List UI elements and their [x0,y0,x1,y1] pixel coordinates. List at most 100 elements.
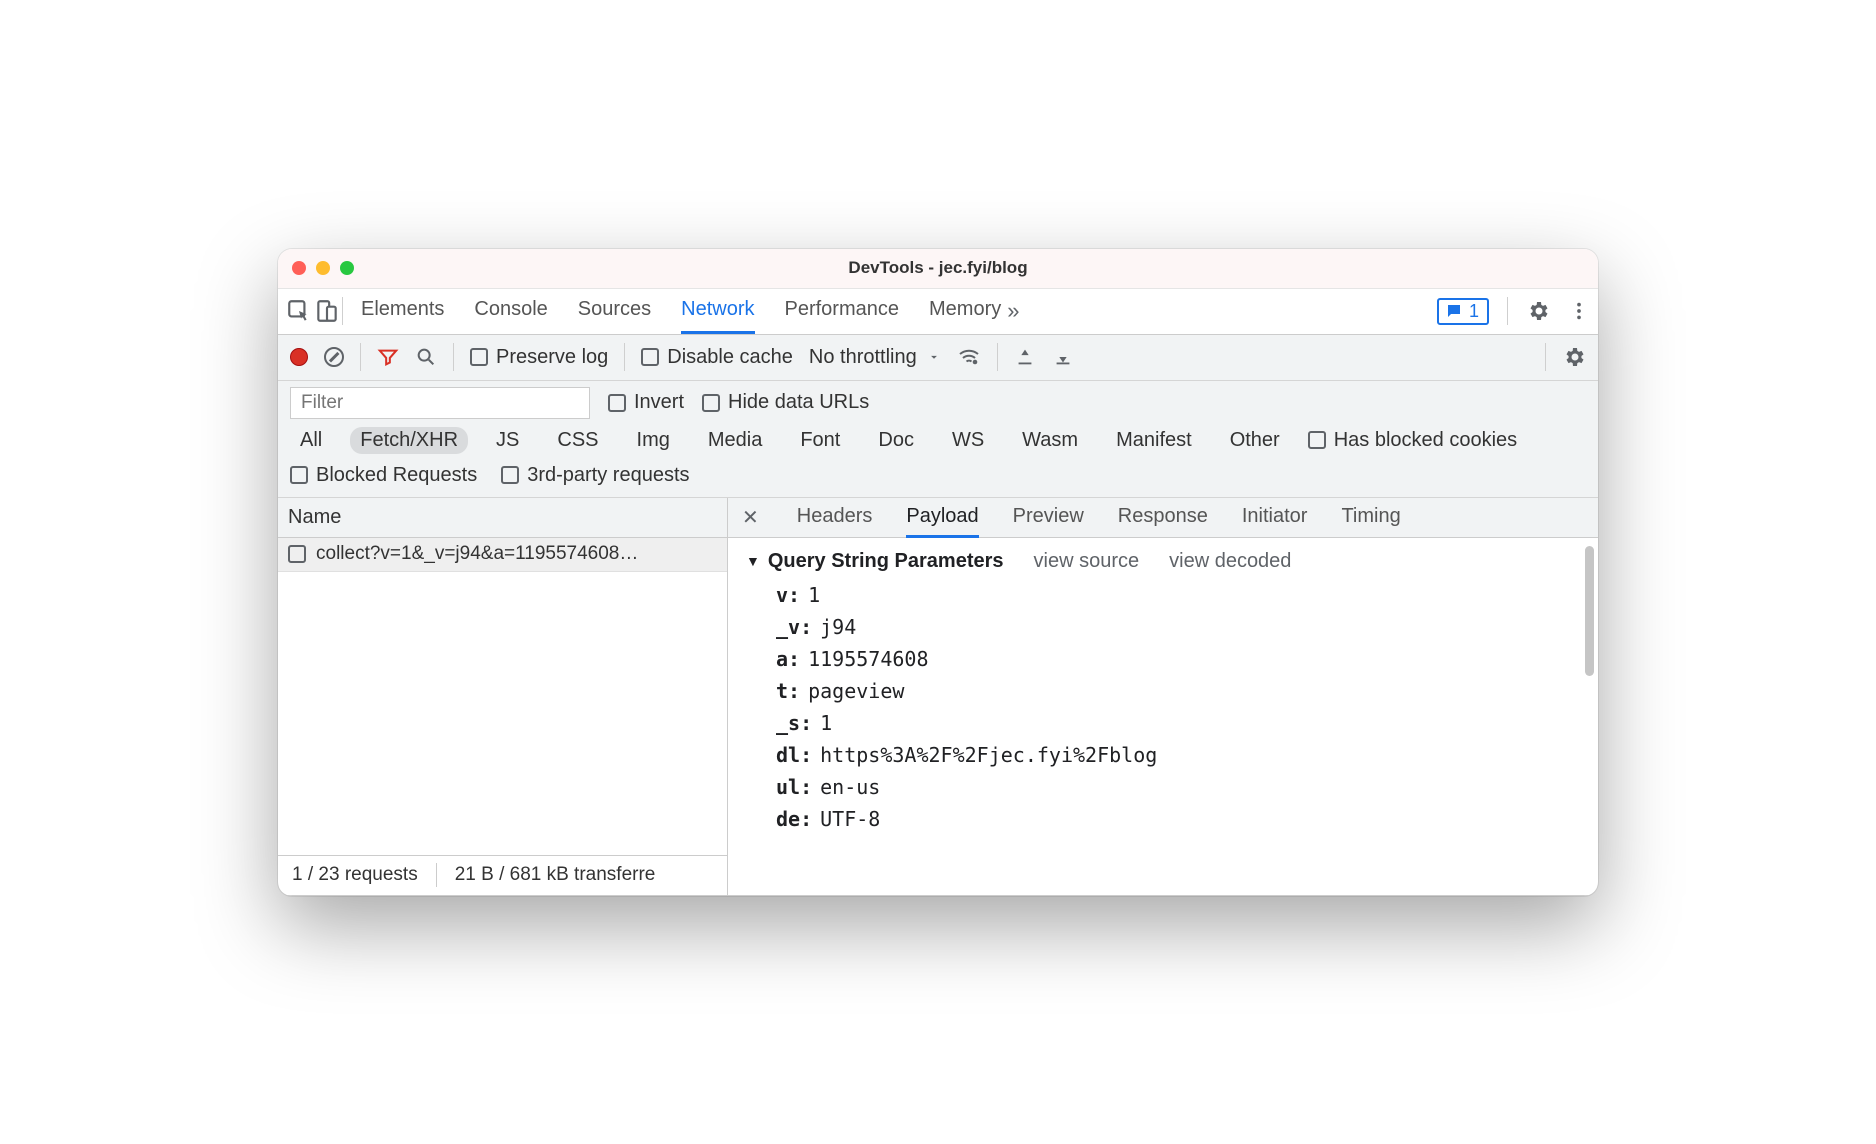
param-key: a: [776,647,800,671]
tab-memory[interactable]: Memory [929,289,1001,334]
detail-tabs: ✕ Headers Payload Preview Response Initiator… [728,498,1598,538]
param-key: v: [776,583,800,607]
blocked-requests-checkbox[interactable]: Blocked Requests [290,464,477,487]
detail-tab-response[interactable]: Response [1118,498,1208,538]
request-row[interactable]: collect?v=1&_v=j94&a=1195574608… [278,538,727,572]
checkbox-icon [470,348,488,366]
param-key: _s: [776,711,812,735]
query-param: dl:https%3A%2F%2Fjec.fyi%2Fblog [776,743,1580,767]
filter-bar: Invert Hide data URLs All Fetch/XHR JS CSS I… [278,381,1598,498]
chevron-down-icon [927,350,941,364]
disable-cache-checkbox[interactable]: Disable cache [641,346,793,369]
issues-badge[interactable]: 1 [1437,298,1489,325]
param-value: UTF-8 [820,807,880,831]
query-param: _s: 1 [776,711,1580,735]
filter-type-fetch-xhr[interactable]: Fetch/XHR [350,427,468,454]
record-button[interactable] [290,348,308,366]
divider [453,343,454,371]
checkbox-icon [702,394,720,412]
tab-network[interactable]: Network [681,289,754,334]
filter-type-manifest[interactable]: Manifest [1106,427,1202,454]
close-detail-button[interactable]: ✕ [742,498,759,537]
detail-tab-timing[interactable]: Timing [1341,498,1400,538]
divider [360,343,361,371]
param-value: 1195574608 [808,647,928,671]
window-title: DevTools - jec.fyi/blog [278,258,1598,278]
column-header-name[interactable]: Name [278,498,727,538]
filter-type-css[interactable]: CSS [547,427,608,454]
invert-checkbox[interactable]: Invert [608,391,684,414]
preserve-log-checkbox[interactable]: Preserve log [470,346,608,369]
filter-type-media[interactable]: Media [698,427,772,454]
filter-input[interactable] [290,387,590,419]
zoom-window-button[interactable] [340,261,354,275]
issues-count: 1 [1469,301,1479,322]
checkbox-icon [608,394,626,412]
clear-button[interactable] [324,347,344,367]
network-settings-icon[interactable] [1562,345,1586,369]
divider [1507,297,1508,325]
param-value: 1 [820,711,832,735]
tab-console[interactable]: Console [474,289,547,334]
param-value: j94 [820,615,856,639]
filter-type-js[interactable]: JS [486,427,529,454]
param-value: https%3A%2F%2Fjec.fyi%2Fblog [820,743,1157,767]
tab-elements[interactable]: Elements [361,289,444,334]
invert-label: Invert [634,391,684,414]
minimize-window-button[interactable] [316,261,330,275]
filter-type-doc[interactable]: Doc [868,427,924,454]
filter-type-img[interactable]: Img [627,427,680,454]
param-key: _v: [776,615,812,639]
payload-panel: ▼ Query String Parameters view source vi… [728,538,1598,895]
close-window-button[interactable] [292,261,306,275]
filter-type-wasm[interactable]: Wasm [1012,427,1088,454]
filter-type-other[interactable]: Other [1220,427,1290,454]
detail-tab-initiator[interactable]: Initiator [1242,498,1308,538]
network-toolbar: Preserve log Disable cache No throttling [278,335,1598,381]
divider [436,863,437,887]
has-blocked-cookies-checkbox[interactable]: Has blocked cookies [1308,429,1517,452]
tab-performance[interactable]: Performance [785,289,900,334]
request-name: collect?v=1&_v=j94&a=1195574608… [316,543,638,565]
filter-icon[interactable] [377,346,399,368]
param-value: en-us [820,775,880,799]
preserve-log-label: Preserve log [496,346,608,369]
section-toggle-query-string[interactable]: ▼ Query String Parameters [746,550,1004,573]
search-icon[interactable] [415,346,437,368]
view-source-link[interactable]: view source [1034,550,1140,573]
third-party-requests-checkbox[interactable]: 3rd-party requests [501,464,689,487]
issues-icon [1445,302,1463,320]
export-har-icon[interactable] [1052,346,1074,368]
request-list: collect?v=1&_v=j94&a=1195574608… [278,538,727,855]
main-tabstrip: Elements Console Sources Network Performance… [278,289,1598,335]
filter-type-ws[interactable]: WS [942,427,994,454]
tabs-overflow-button[interactable]: » [1007,298,1019,324]
detail-tab-preview[interactable]: Preview [1013,498,1084,538]
param-key: ul: [776,775,812,799]
throttling-select[interactable]: No throttling [809,346,941,369]
devtools-window: DevTools - jec.fyi/blog Elements Console S… [278,249,1598,896]
tab-sources[interactable]: Sources [578,289,651,334]
hide-data-urls-checkbox[interactable]: Hide data URLs [702,391,869,414]
query-param: de: UTF-8 [776,807,1580,831]
more-icon[interactable] [1568,300,1590,322]
inspect-icon[interactable] [286,298,312,324]
hide-data-urls-label: Hide data URLs [728,391,869,414]
settings-icon[interactable] [1526,299,1550,323]
network-conditions-icon[interactable] [957,345,981,369]
filter-type-all[interactable]: All [290,427,332,454]
detail-tab-payload[interactable]: Payload [906,498,978,538]
blocked-requests-label: Blocked Requests [316,464,477,487]
scrollbar[interactable] [1585,546,1594,676]
param-key: t: [776,679,800,703]
filter-type-font[interactable]: Font [790,427,850,454]
query-param: a: 1195574608 [776,647,1580,671]
import-har-icon[interactable] [1014,346,1036,368]
view-decoded-link[interactable]: view decoded [1169,550,1291,573]
checkbox-icon [501,466,519,484]
detail-tab-headers[interactable]: Headers [797,498,873,538]
param-key: de: [776,807,812,831]
throttling-value: No throttling [809,346,917,369]
device-toolbar-icon[interactable] [314,298,340,324]
disable-cache-label: Disable cache [667,346,793,369]
